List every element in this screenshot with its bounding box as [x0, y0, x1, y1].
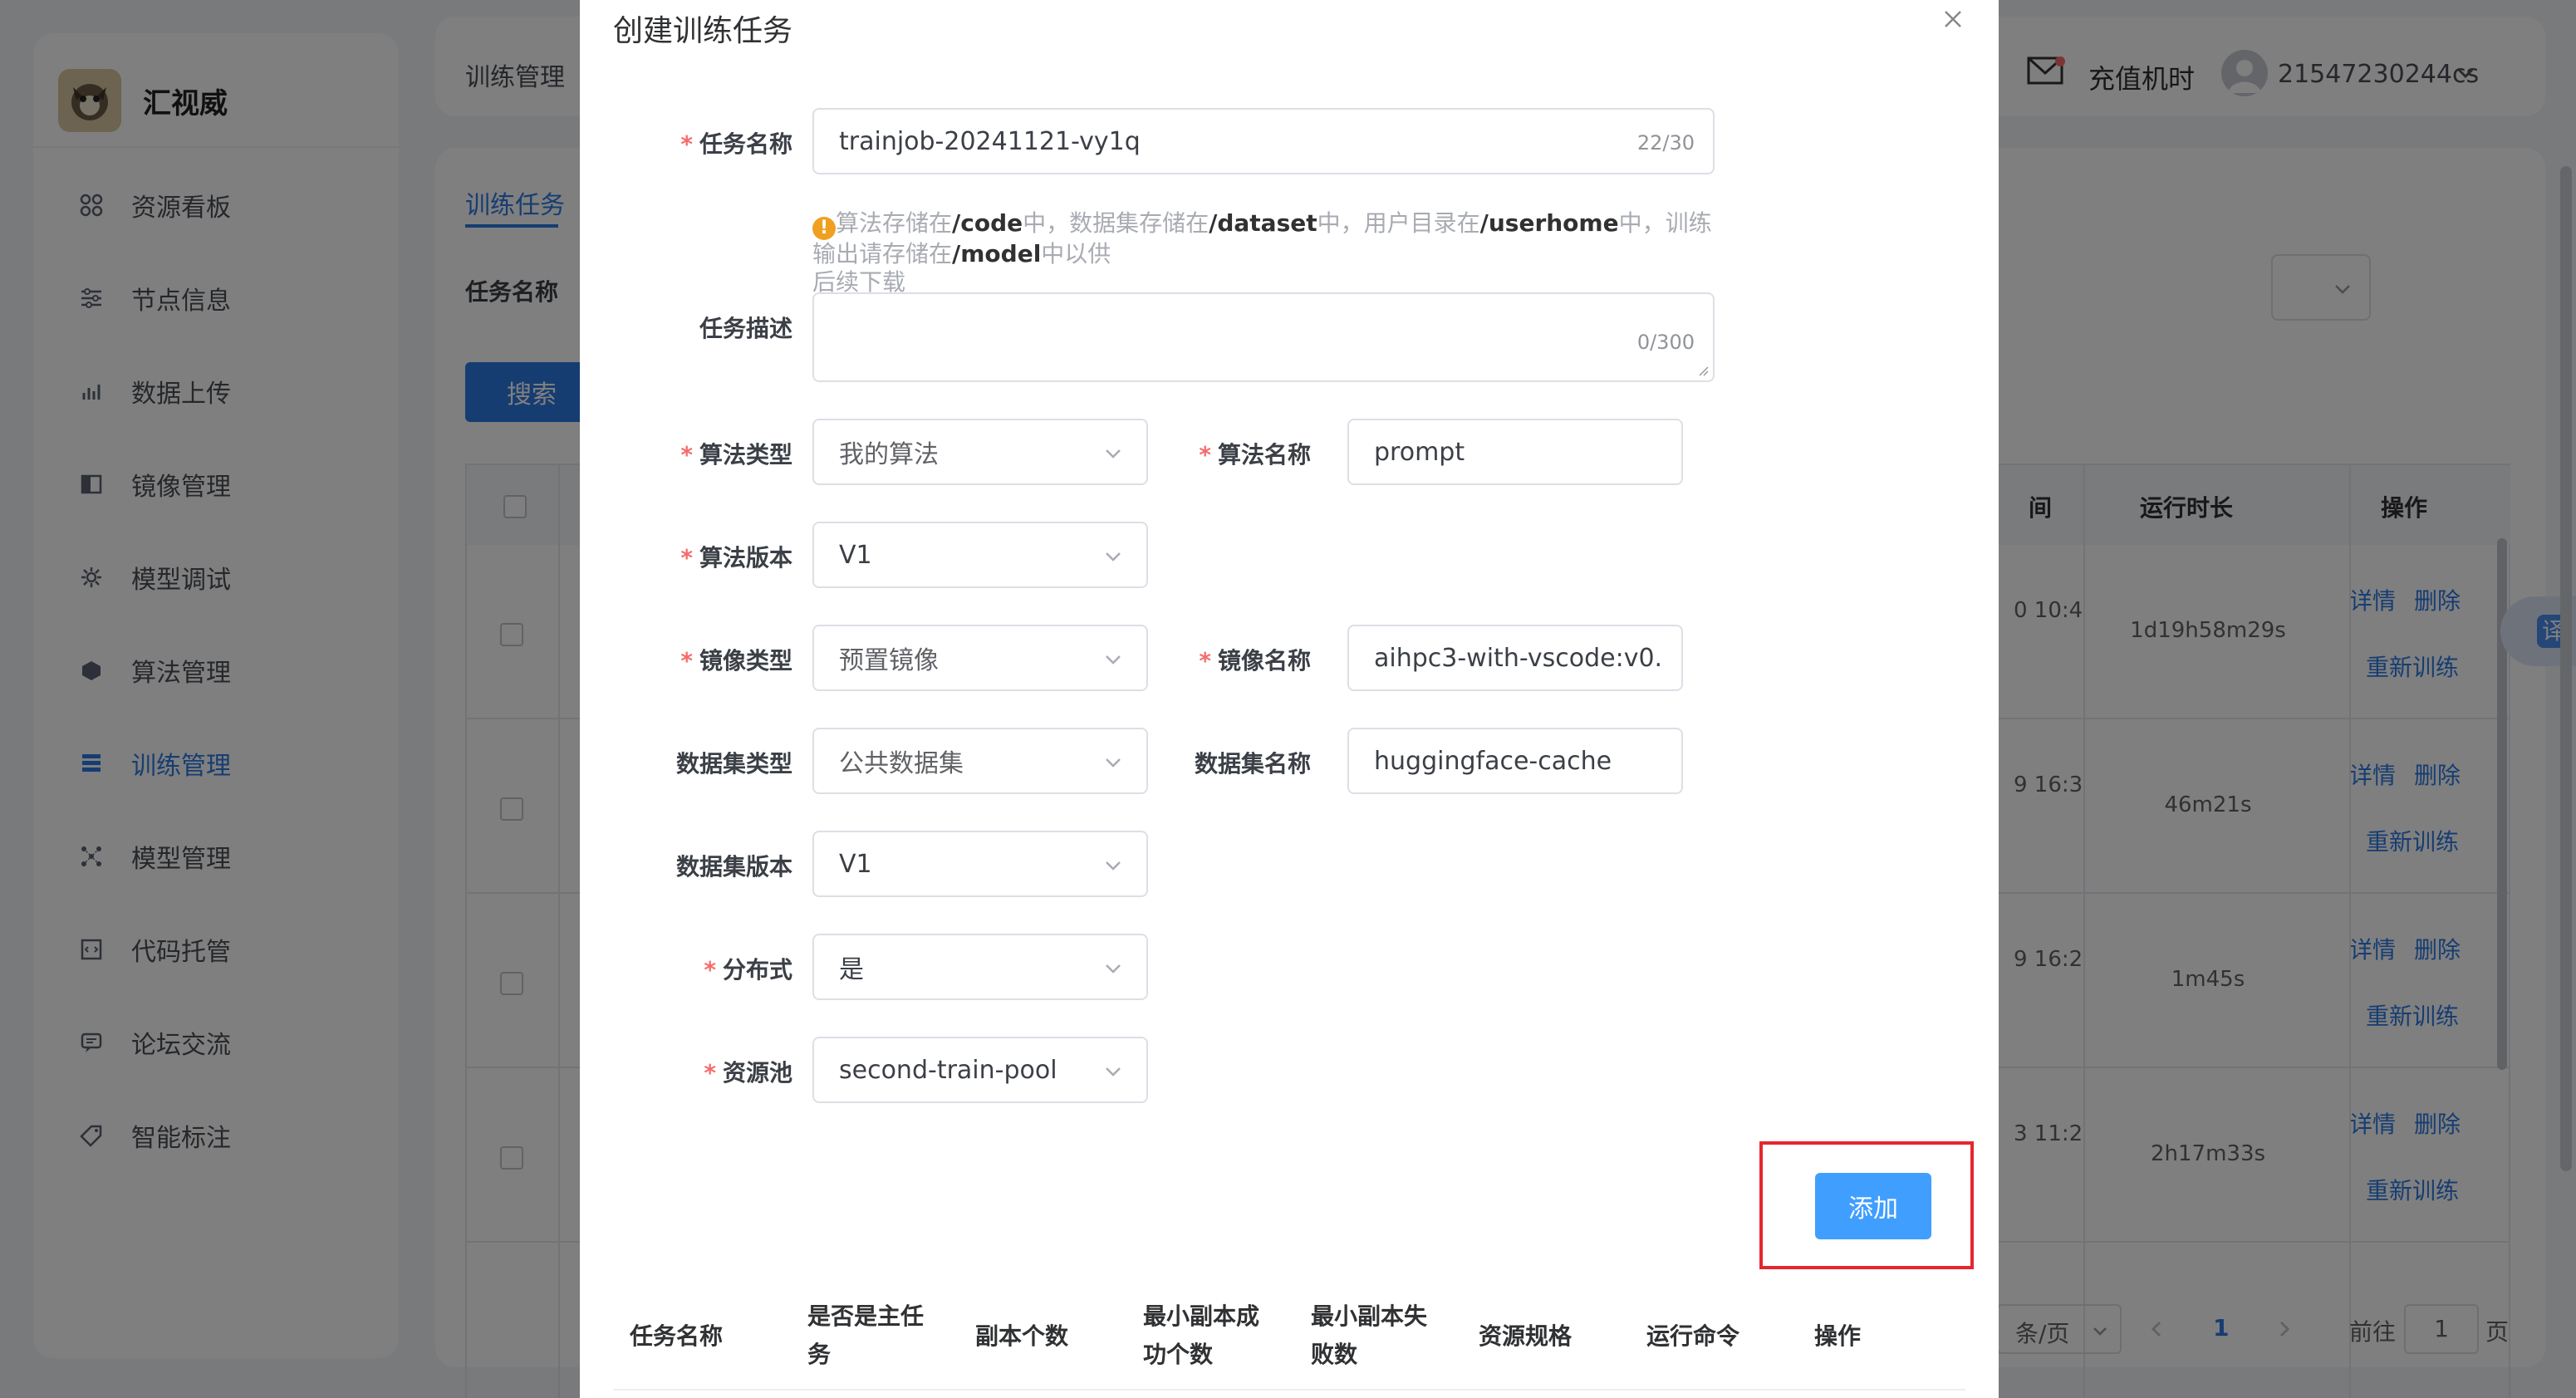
- algo-type-value: 我的算法: [839, 440, 939, 469]
- dataset-version-value: V1: [839, 849, 872, 879]
- image-type-label: 镜像类型: [680, 643, 792, 676]
- resize-handle-icon[interactable]: [1698, 365, 1710, 377]
- storage-hint: ! 算法存储在/code中，数据集存储在/dataset中，用户目录在/userh…: [812, 209, 1718, 297]
- image-name-value: aihpc3-with-vscode:v0.: [1374, 643, 1663, 673]
- dataset-name-value: huggingface-cache: [1374, 746, 1612, 776]
- dataset-version-select[interactable]: V1: [812, 831, 1148, 897]
- create-training-task-dialog: 创建训练任务 任务名称 trainjob-20241121-vy1q 22/30…: [580, 0, 1999, 1398]
- resource-pool-label: 资源池: [680, 1055, 792, 1088]
- resource-pool-value: second-train-pool: [839, 1055, 1057, 1085]
- distributed-select[interactable]: 是: [812, 934, 1148, 1000]
- dataset-type-label: 数据集类型: [675, 750, 792, 777]
- table-header-line: [613, 1389, 1965, 1391]
- col-action: 操作: [1814, 1322, 1862, 1350]
- col-resource-spec: 资源规格: [1479, 1322, 1573, 1350]
- algo-type-select[interactable]: 我的算法: [812, 419, 1148, 485]
- hint-text: 中以供: [1041, 240, 1111, 267]
- close-icon[interactable]: [1942, 8, 1964, 30]
- dataset-version-label: 数据集版本: [675, 853, 792, 880]
- chevron-down-icon: [1106, 758, 1121, 768]
- task-desc-count: 0/300: [1636, 331, 1695, 354]
- chevron-down-icon: [1106, 552, 1121, 562]
- col-min-fail-2: 败数: [1311, 1341, 1358, 1368]
- task-name-input[interactable]: trainjob-20241121-vy1q 22/30: [812, 108, 1715, 174]
- algo-type-label: 算法类型: [680, 437, 792, 470]
- col-is-main-2: 务: [807, 1341, 832, 1368]
- chevron-down-icon: [1106, 449, 1121, 459]
- resource-pool-select[interactable]: second-train-pool: [812, 1037, 1148, 1103]
- distributed-label: 分布式: [680, 952, 792, 985]
- image-name-input[interactable]: aihpc3-with-vscode:v0.: [1347, 625, 1683, 691]
- task-name-count: 22/30: [1636, 131, 1695, 155]
- hint-text: 中，数据集存储在: [1023, 209, 1209, 237]
- hint-path-userhome: /userhome: [1479, 209, 1619, 237]
- task-name-label: 任务名称: [680, 126, 792, 159]
- dialog-title: 创建训练任务: [613, 14, 793, 48]
- col-replicas: 副本个数: [975, 1322, 1069, 1350]
- dataset-name-label: 数据集名称: [1194, 750, 1311, 777]
- add-button[interactable]: 添加: [1815, 1173, 1931, 1239]
- col-task-name: 任务名称: [630, 1322, 724, 1350]
- col-min-success-2: 功个数: [1143, 1341, 1214, 1368]
- distributed-value: 是: [839, 955, 864, 984]
- hint-text: 中，用户目录在: [1317, 209, 1480, 237]
- image-type-select[interactable]: 预置镜像: [812, 625, 1148, 691]
- task-desc-label: 任务描述: [699, 315, 792, 342]
- algo-name-input[interactable]: prompt: [1347, 419, 1683, 485]
- image-type-value: 预置镜像: [839, 646, 939, 675]
- image-name-label: 镜像名称: [1198, 643, 1311, 676]
- warning-icon: !: [812, 217, 836, 240]
- algo-version-select[interactable]: V1: [812, 522, 1148, 588]
- algo-version-value: V1: [839, 540, 872, 570]
- col-command: 运行命令: [1646, 1322, 1740, 1350]
- dataset-name-input[interactable]: huggingface-cache: [1347, 728, 1683, 794]
- dataset-type-select[interactable]: 公共数据集: [812, 728, 1148, 794]
- chevron-down-icon: [1106, 861, 1121, 871]
- chevron-down-icon: [1106, 1067, 1121, 1077]
- hint-path-code: /code: [952, 209, 1023, 237]
- hint-path-model: /model: [952, 240, 1042, 267]
- algo-version-label: 算法版本: [680, 540, 792, 573]
- col-min-fail-1: 最小副本失: [1311, 1302, 1428, 1330]
- subtask-table-header: 任务名称 是否是主任 务 副本个数 最小副本成 功个数 最小副本失 败数 资源规…: [613, 1288, 1965, 1398]
- task-desc-textarea[interactable]: 0/300: [812, 292, 1715, 382]
- chevron-down-icon: [1106, 655, 1121, 665]
- hint-path-dataset: /dataset: [1209, 209, 1317, 237]
- task-name-value: trainjob-20241121-vy1q: [839, 126, 1141, 156]
- chevron-down-icon: [1106, 964, 1121, 974]
- algo-name-value: prompt: [1374, 437, 1465, 467]
- dataset-type-value: 公共数据集: [839, 749, 964, 778]
- col-is-main-1: 是否是主任: [807, 1302, 925, 1330]
- hint-text: 算法存储在: [836, 209, 953, 237]
- algo-name-label: 算法名称: [1198, 437, 1311, 470]
- col-min-success-1: 最小副本成: [1143, 1302, 1260, 1330]
